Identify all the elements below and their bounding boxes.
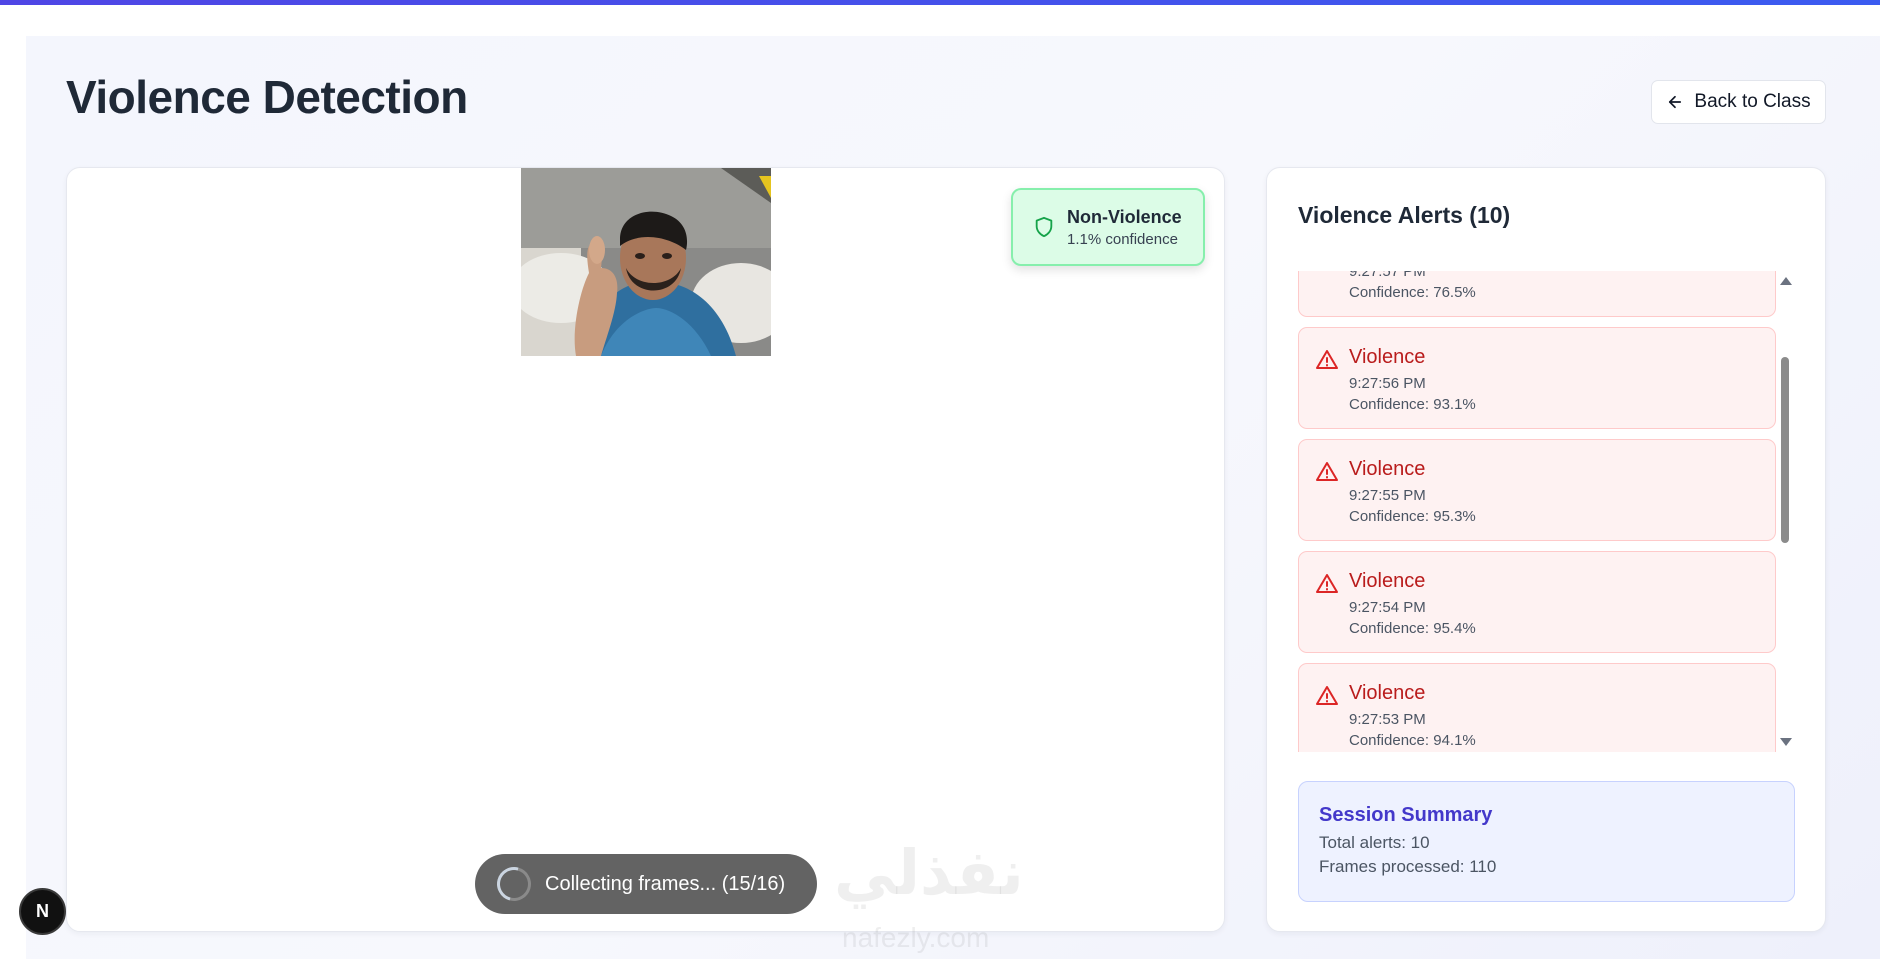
- alert-type: Violence: [1349, 570, 1426, 592]
- collecting-frames-indicator: Collecting frames... (15/16): [475, 854, 817, 914]
- watermark-url: nafezly.com: [842, 922, 990, 953]
- classification-badge: Non-Violence 1.1% confidence: [1011, 188, 1205, 266]
- scroll-thumb[interactable]: [1781, 357, 1789, 543]
- collecting-frames-text: Collecting frames... (15/16): [545, 872, 786, 895]
- alerts-list[interactable]: Violence 9:27:57 PM Confidence: 76.5% Viole…: [1298, 271, 1784, 752]
- alerts-scrollbar[interactable]: [1777, 271, 1793, 752]
- camera-feed: [521, 168, 771, 356]
- alert-time: 9:27:55 PM: [1349, 487, 1426, 504]
- alert-confidence: Confidence: 94.1%: [1349, 732, 1476, 749]
- alert-type: Violence: [1349, 458, 1426, 480]
- scroll-up-arrow-icon[interactable]: [1780, 277, 1792, 285]
- alerts-panel: Violence Alerts (10) Violence 9:27:57 PM C…: [1266, 167, 1826, 932]
- back-to-class-label: Back to Class: [1694, 91, 1811, 112]
- warning-triangle-icon: [1316, 350, 1338, 369]
- alert-type: Violence: [1349, 682, 1426, 704]
- alert-item: Violence 9:27:54 PM Confidence: 95.4%: [1298, 551, 1776, 653]
- back-to-class-button[interactable]: Back to Class: [1651, 80, 1826, 124]
- camera-frame-image: [521, 168, 771, 356]
- alert-item: Violence 9:27:56 PM Confidence: 93.1%: [1298, 327, 1776, 429]
- alert-confidence: Confidence: 95.4%: [1349, 620, 1476, 637]
- video-panel: Non-Violence 1.1% confidence Collecting …: [66, 167, 1225, 932]
- session-summary: Session Summary Total alerts: 10 Frames …: [1298, 781, 1795, 902]
- alert-confidence: Confidence: 76.5%: [1349, 284, 1476, 301]
- warning-triangle-icon: [1316, 686, 1338, 705]
- arrow-left-icon: [1669, 95, 1682, 109]
- alert-item: Violence 9:27:55 PM Confidence: 95.3%: [1298, 439, 1776, 541]
- total-alerts-text: Total alerts: 10: [1319, 833, 1430, 852]
- alert-time: 9:27:54 PM: [1349, 599, 1426, 616]
- nextjs-dev-badge[interactable]: N: [19, 888, 66, 935]
- classification-confidence: 1.1% confidence: [1067, 230, 1178, 248]
- alert-type: Violence: [1349, 346, 1426, 368]
- warning-triangle-icon: [1316, 574, 1338, 593]
- watermark-logo: نفذلي: [834, 836, 1024, 909]
- alert-time: 9:27:56 PM: [1349, 375, 1426, 392]
- frames-processed-text: Frames processed: 110: [1319, 857, 1497, 876]
- classification-label: Non-Violence: [1067, 206, 1182, 227]
- alert-time: 9:27:57 PM: [1349, 271, 1426, 280]
- alert-confidence: Confidence: 93.1%: [1349, 396, 1476, 413]
- alert-confidence: Confidence: 95.3%: [1349, 508, 1476, 525]
- alert-time: 9:27:53 PM: [1349, 711, 1426, 728]
- warning-triangle-icon: [1316, 462, 1338, 481]
- loading-spinner-icon: [490, 860, 538, 908]
- alert-item: Violence 9:27:53 PM Confidence: 94.1%: [1298, 663, 1776, 752]
- session-summary-title: Session Summary: [1319, 804, 1493, 826]
- page-title: Violence Detection: [66, 71, 468, 123]
- top-accent-bar: [0, 0, 1880, 5]
- shield-icon: [1035, 216, 1053, 238]
- alerts-title: Violence Alerts (10): [1298, 202, 1511, 228]
- alert-item: Violence9:27:57 PMConfidence: 76.5%: [1298, 271, 1776, 317]
- scroll-down-arrow-icon[interactable]: [1780, 738, 1792, 746]
